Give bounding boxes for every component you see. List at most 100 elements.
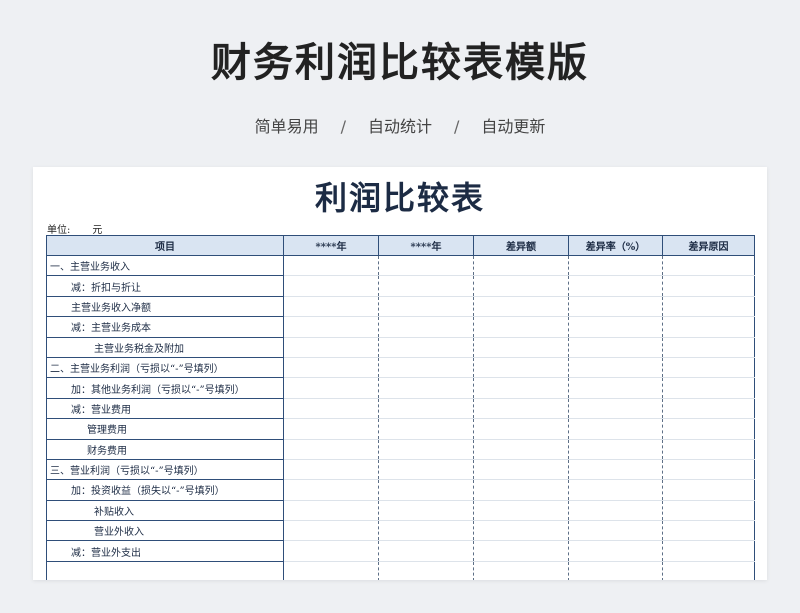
value-cell[interactable] [662, 459, 755, 481]
value-cell[interactable] [568, 377, 663, 399]
value-cell[interactable] [473, 439, 569, 460]
value-cell[interactable] [283, 459, 379, 481]
value-cell[interactable] [568, 357, 663, 379]
value-cell[interactable] [568, 255, 663, 277]
value-cell[interactable] [378, 439, 474, 460]
value-cell[interactable] [378, 316, 474, 338]
value-cell[interactable] [662, 255, 755, 277]
value-cell[interactable] [378, 500, 474, 522]
value-cell[interactable] [568, 479, 663, 501]
value-cell[interactable] [473, 418, 569, 440]
value-cell[interactable] [568, 316, 663, 338]
col-header-year-2[interactable]: ****年 [378, 235, 474, 256]
value-cell[interactable] [473, 540, 569, 562]
value-cell[interactable] [378, 459, 474, 481]
value-cell[interactable] [662, 357, 755, 379]
value-cell[interactable] [283, 337, 379, 358]
value-cell[interactable] [283, 357, 379, 379]
row-label-cell[interactable]: 减：营业费用 [46, 398, 284, 420]
row-label-cell[interactable]: 一、主营业务收入 [46, 255, 284, 277]
value-cell[interactable] [473, 337, 569, 358]
row-label-cell[interactable]: 管理费用 [46, 418, 284, 440]
value-cell[interactable] [283, 540, 379, 562]
col-header-item[interactable]: 项目 [46, 235, 284, 256]
value-cell[interactable] [378, 540, 474, 562]
value-cell[interactable] [378, 398, 474, 420]
value-cell[interactable] [473, 316, 569, 338]
value-cell[interactable] [473, 296, 569, 318]
value-cell[interactable] [662, 500, 755, 522]
value-cell[interactable] [568, 500, 663, 522]
row-label-cell[interactable]: 减：主营业务成本 [46, 316, 284, 338]
value-cell[interactable] [662, 439, 755, 460]
value-cell[interactable] [378, 357, 474, 379]
row-label-cell[interactable]: 补贴收入 [46, 500, 284, 522]
value-cell[interactable] [662, 275, 755, 297]
value-cell[interactable] [473, 255, 569, 277]
value-cell[interactable] [378, 561, 474, 580]
value-cell[interactable] [662, 398, 755, 420]
value-cell[interactable] [568, 296, 663, 318]
value-cell[interactable] [662, 377, 755, 399]
value-cell[interactable] [568, 561, 663, 580]
row-label-cell[interactable]: 营业外收入 [46, 520, 284, 542]
value-cell[interactable] [568, 459, 663, 481]
value-cell[interactable] [283, 520, 379, 542]
row-label-cell[interactable]: 减：营业外支出 [46, 540, 284, 562]
value-cell[interactable] [568, 398, 663, 420]
value-cell[interactable] [662, 316, 755, 338]
value-cell[interactable] [473, 357, 569, 379]
value-cell[interactable] [662, 479, 755, 501]
value-cell[interactable] [283, 296, 379, 318]
value-cell[interactable] [662, 540, 755, 562]
row-label-cell[interactable]: 主营业务税金及附加 [46, 337, 284, 358]
value-cell[interactable] [662, 520, 755, 542]
value-cell[interactable] [378, 255, 474, 277]
value-cell[interactable] [378, 479, 474, 501]
value-cell[interactable] [662, 561, 755, 580]
value-cell[interactable] [568, 275, 663, 297]
value-cell[interactable] [473, 561, 569, 580]
value-cell[interactable] [473, 377, 569, 399]
value-cell[interactable] [473, 500, 569, 522]
value-cell[interactable] [473, 275, 569, 297]
value-cell[interactable] [378, 377, 474, 399]
value-cell[interactable] [662, 296, 755, 318]
value-cell[interactable] [283, 316, 379, 338]
row-label-cell[interactable]: 三、营业利润（亏损以“-”号填列） [46, 459, 284, 481]
value-cell[interactable] [378, 418, 474, 440]
value-cell[interactable] [568, 540, 663, 562]
row-label-cell[interactable]: 加：其他业务利润（亏损以“-”号填列） [46, 377, 284, 399]
row-label-cell[interactable]: 加：投资收益（损失以“-”号填列） [46, 479, 284, 501]
value-cell[interactable] [378, 520, 474, 542]
value-cell[interactable] [378, 275, 474, 297]
col-header-year-1[interactable]: ****年 [283, 235, 379, 256]
value-cell[interactable] [568, 520, 663, 542]
value-cell[interactable] [568, 337, 663, 358]
value-cell[interactable] [283, 418, 379, 440]
value-cell[interactable] [283, 500, 379, 522]
value-cell[interactable] [378, 337, 474, 358]
value-cell[interactable] [283, 439, 379, 460]
value-cell[interactable] [283, 255, 379, 277]
value-cell[interactable] [662, 337, 755, 358]
value-cell[interactable] [473, 398, 569, 420]
value-cell[interactable] [283, 377, 379, 399]
row-label-cell[interactable]: 财务费用 [46, 439, 284, 460]
row-label-cell[interactable]: 减：折扣与折让 [46, 275, 284, 297]
value-cell[interactable] [283, 479, 379, 501]
value-cell[interactable] [283, 275, 379, 297]
value-cell[interactable] [473, 479, 569, 501]
row-label-cell[interactable]: 主营业务收入净额 [46, 296, 284, 318]
value-cell[interactable] [568, 439, 663, 460]
col-header-difference[interactable]: 差异额 [473, 235, 569, 256]
value-cell[interactable] [568, 418, 663, 440]
row-label-cell[interactable]: 二、主营业务利润（亏损以“-”号填列） [46, 357, 284, 379]
value-cell[interactable] [473, 459, 569, 481]
value-cell[interactable] [378, 296, 474, 318]
col-header-difference-rate[interactable]: 差异率（%） [568, 235, 663, 256]
value-cell[interactable] [473, 520, 569, 542]
value-cell[interactable] [283, 561, 379, 580]
row-label-cell[interactable] [46, 561, 284, 580]
value-cell[interactable] [283, 398, 379, 420]
